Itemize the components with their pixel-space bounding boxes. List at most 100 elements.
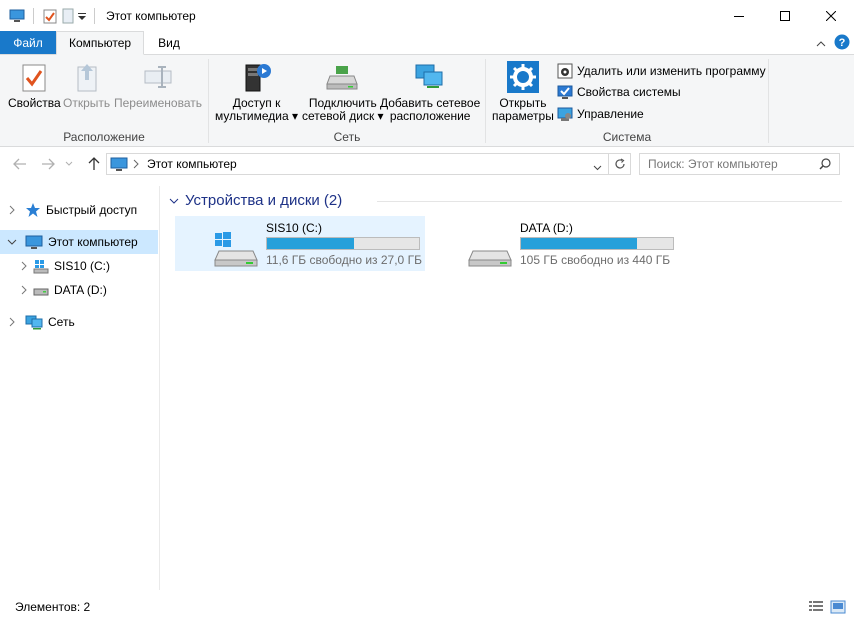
- nav-label-drive-c: SIS10 (C:): [54, 259, 111, 273]
- devices-group-title: Устройства и диски (2): [185, 192, 343, 209]
- drive-name: SIS10 (C:): [266, 221, 323, 235]
- drive-tile-c[interactable]: SIS10 (C:) 11,6 ГБ свободно из 27,0 ГБ: [175, 216, 425, 271]
- computer-management-icon: [557, 106, 573, 122]
- quick-access-toolbar: [0, 0, 102, 31]
- rename-button[interactable]: Переименовать: [114, 59, 202, 110]
- system-properties-label: Свойства системы: [577, 85, 681, 99]
- properties-icon: [17, 59, 51, 95]
- open-label: Открыть: [63, 96, 111, 110]
- network-icon: [25, 314, 43, 330]
- map-network-drive-button[interactable]: Подключить сетевой диск ▾: [302, 59, 384, 123]
- open-icon: [70, 59, 104, 95]
- nav-label-drive-d: DATA (D:): [54, 283, 107, 297]
- address-dropdown-icon[interactable]: [593, 160, 602, 174]
- nav-item-quick-access[interactable]: Быстрый доступ: [0, 198, 158, 222]
- help-icon[interactable]: ?: [834, 34, 850, 53]
- nav-item-this-pc[interactable]: Этот компьютер: [0, 230, 158, 254]
- search-icon[interactable]: [819, 158, 831, 173]
- large-icons-view-icon[interactable]: [830, 600, 846, 617]
- programs-icon: [557, 63, 573, 79]
- open-button[interactable]: Открыть: [63, 59, 110, 110]
- expand-chevron-icon[interactable]: [5, 317, 19, 327]
- ribbon-group-location: Свойства Открыть Переименовать Расположе…: [0, 55, 208, 147]
- toolbar-divider: [33, 7, 34, 24]
- customize-toolbar-icon[interactable]: [77, 7, 87, 25]
- collapse-ribbon-icon[interactable]: [816, 37, 826, 51]
- media-access-button[interactable]: Доступ к мультимедиа ▾: [215, 59, 298, 123]
- add-location-label-2: расположение: [389, 109, 471, 123]
- drive-usage-bar: [520, 237, 674, 250]
- navigation-pane: Быстрый доступ Этот компьютер SIS10 (C:)…: [0, 186, 160, 590]
- search-placeholder: Поиск: Этот компьютер: [648, 157, 778, 171]
- media-access-label-2: мультимедиа ▾: [215, 109, 299, 123]
- nav-item-drive-d[interactable]: DATA (D:): [0, 278, 158, 302]
- group-label-network: Сеть: [333, 130, 361, 144]
- window-controls: [716, 0, 854, 31]
- drive-usage-fill: [267, 238, 354, 249]
- this-pc-icon[interactable]: [8, 7, 26, 25]
- windows-drive-icon: [213, 230, 261, 271]
- refresh-button[interactable]: [608, 154, 630, 174]
- settings-gear-icon: [506, 59, 540, 95]
- system-properties-icon: [557, 84, 573, 100]
- toolbar-divider: [94, 7, 95, 24]
- ribbon-divider: [768, 59, 769, 143]
- title-bar: Этот компьютер: [0, 0, 854, 31]
- address-bar[interactable]: Этот компьютер: [106, 153, 631, 175]
- maximize-button[interactable]: [762, 0, 808, 31]
- tab-computer[interactable]: Компьютер: [56, 31, 145, 55]
- expand-chevron-icon[interactable]: [5, 205, 19, 215]
- media-server-icon: [240, 59, 274, 95]
- rename-label: Переименовать: [114, 96, 202, 110]
- recent-locations-button[interactable]: [62, 154, 76, 174]
- network-location-icon: [413, 59, 447, 95]
- item-count: Элементов: 2: [15, 600, 91, 614]
- details-view-icon[interactable]: [808, 600, 824, 617]
- forward-button[interactable]: [38, 154, 58, 174]
- ribbon-group-network: Доступ к мультимедиа ▾ Подключить сетево…: [209, 55, 485, 147]
- breadcrumb-separator-icon[interactable]: [132, 158, 140, 173]
- view-switcher: [808, 600, 846, 617]
- expand-chevron-icon[interactable]: [17, 261, 31, 271]
- collapse-chevron-icon[interactable]: [5, 239, 19, 245]
- properties-icon[interactable]: [41, 7, 59, 25]
- manage-button[interactable]: Управление: [557, 104, 644, 124]
- this-pc-icon: [110, 157, 128, 175]
- ribbon-group-system: Открыть параметры Удалить или изменить п…: [486, 55, 768, 147]
- hard-drive-icon: [467, 230, 515, 271]
- tab-file[interactable]: Файл: [0, 31, 56, 54]
- expand-chevron-icon[interactable]: [17, 285, 31, 295]
- drive-tile-d[interactable]: DATA (D:) 105 ГБ свободно из 440 ГБ: [429, 216, 679, 271]
- back-button[interactable]: [10, 154, 30, 174]
- nav-label-network: Сеть: [48, 315, 75, 329]
- window-title: Этот компьютер: [106, 8, 196, 23]
- add-network-location-button[interactable]: Добавить сетевое расположение: [380, 59, 480, 123]
- open-settings-button[interactable]: Открыть параметры: [492, 59, 554, 123]
- nav-item-drive-c[interactable]: SIS10 (C:): [0, 254, 158, 278]
- drive-free-space: 105 ГБ свободно из 440 ГБ: [520, 253, 671, 267]
- breadcrumb-this-pc[interactable]: Этот компьютер: [147, 157, 237, 171]
- content-pane: Устройства и диски (2) SIS10 (C:) 11,6 Г…: [161, 186, 854, 590]
- uninstall-program-button[interactable]: Удалить или изменить программу: [557, 61, 766, 81]
- nav-item-network[interactable]: Сеть: [0, 310, 158, 334]
- up-button[interactable]: [84, 154, 104, 174]
- devices-group-header[interactable]: Устройства и диски (2): [169, 192, 342, 209]
- close-button[interactable]: [808, 0, 854, 31]
- ribbon: Свойства Открыть Переименовать Расположе…: [0, 55, 854, 147]
- new-folder-icon[interactable]: [59, 7, 77, 25]
- tab-view[interactable]: Вид: [144, 31, 194, 54]
- properties-button[interactable]: Свойства: [8, 59, 61, 110]
- group-collapse-chevron-icon[interactable]: [169, 198, 179, 204]
- nav-label-quick-access: Быстрый доступ: [46, 203, 138, 217]
- minimize-button[interactable]: [716, 0, 762, 31]
- ribbon-tabs-right: ?: [816, 34, 850, 53]
- drive-free-space: 11,6 ГБ свободно из 27,0 ГБ: [266, 253, 422, 267]
- group-label-location: Расположение: [63, 130, 145, 144]
- system-drive-icon: [33, 258, 49, 274]
- map-drive-label-2: сетевой диск ▾: [302, 109, 384, 123]
- this-pc-icon: [25, 235, 43, 250]
- system-properties-button[interactable]: Свойства системы: [557, 82, 681, 102]
- search-input[interactable]: Поиск: Этот компьютер: [639, 153, 840, 175]
- network-drive-icon: [326, 59, 360, 95]
- rename-icon: [141, 59, 175, 95]
